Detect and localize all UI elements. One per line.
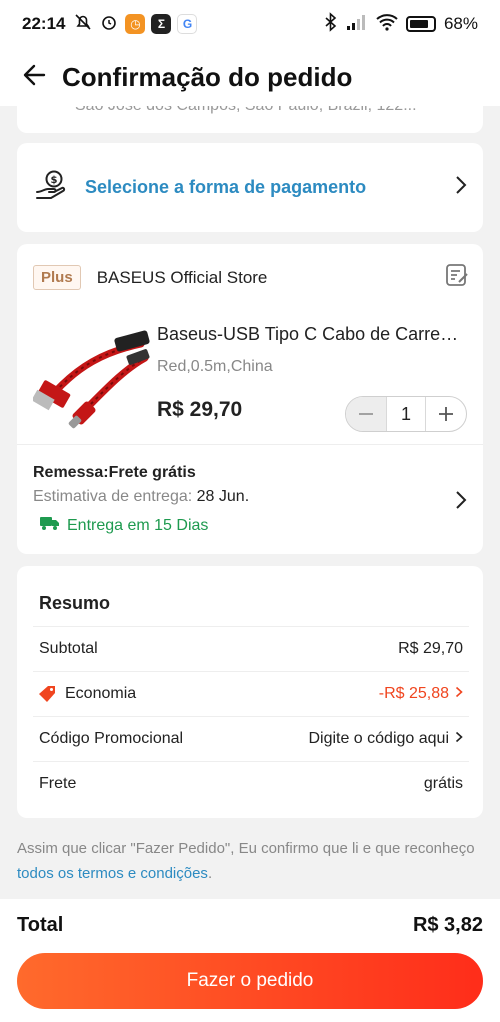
promo-placeholder[interactable]: Digite o código aqui xyxy=(308,730,449,748)
summary-card: Resumo Subtotal R$ 29,70 Economia -R$ 25… xyxy=(17,566,483,818)
back-arrow-icon[interactable] xyxy=(22,62,48,93)
total-value: R$ 3,82 xyxy=(412,914,483,936)
notification-icons: ◷ Σ G xyxy=(73,12,198,37)
battery-icon xyxy=(405,16,436,32)
battery-percent: 68% xyxy=(443,14,478,33)
quantity-value[interactable]: 1 xyxy=(386,397,426,431)
plus-badge: Plus xyxy=(33,265,81,290)
savings-value: -R$ 25,88 xyxy=(378,685,449,702)
place-order-button[interactable]: Fazer o pedido xyxy=(17,953,483,1009)
product-variant: Red,0.5m,China xyxy=(157,358,273,375)
shipping-fee-row: Frete grátis xyxy=(33,761,469,806)
svg-text:$: $ xyxy=(51,175,58,186)
subtotal-value: R$ 29,70 xyxy=(398,640,463,657)
bluetooth-icon xyxy=(324,11,338,37)
product-title[interactable]: Baseus-USB Tipo C Cabo de Carregamento xyxy=(157,324,467,345)
fast-delivery-text: Entrega em 15 Dias xyxy=(67,516,209,534)
product-price: R$ 29,70 xyxy=(157,398,243,421)
page-title: Confirmação do pedido xyxy=(62,61,353,92)
shipping-fee-label: Frete xyxy=(39,775,77,792)
sigma-app-icon: Σ xyxy=(151,14,172,34)
delivery-estimate-label: Estimativa de entrega: xyxy=(33,488,193,505)
increase-quantity-button[interactable] xyxy=(426,397,466,431)
summary-title: Resumo xyxy=(39,593,111,613)
payment-label: Selecione a forma de pagamento xyxy=(85,177,367,197)
subtotal-row: Subtotal R$ 29,70 xyxy=(33,626,469,671)
google-icon: G xyxy=(177,14,198,34)
alarm-icon xyxy=(99,12,119,37)
product-image[interactable] xyxy=(31,322,159,432)
shipping-title: Remessa:Frete grátis xyxy=(33,464,196,481)
quantity-stepper: 1 xyxy=(345,396,467,432)
total-label: Total xyxy=(17,914,64,936)
signal-icon xyxy=(346,13,368,36)
page-header: Confirmação do pedido xyxy=(0,48,500,106)
savings-label: Economia xyxy=(65,685,137,702)
store-name[interactable]: BASEUS Official Store xyxy=(97,268,268,288)
divider xyxy=(17,444,483,445)
shipping-chevron-icon[interactable] xyxy=(455,490,467,515)
address-card[interactable]: São José dos Campos, São Paulo, Brazil, … xyxy=(17,106,483,133)
chevron-right-icon xyxy=(455,730,463,748)
address-text: São José dos Campos, São Paulo, Brazil, … xyxy=(75,106,417,115)
promo-code-row[interactable]: Código Promocional Digite o código aqui xyxy=(33,716,469,761)
price-tag-icon xyxy=(39,685,57,703)
terms-body: Assim que clicar "Fazer Pedido", Eu conf… xyxy=(17,840,475,857)
terms-text: Assim que clicar "Fazer Pedido", Eu conf… xyxy=(17,836,483,886)
chevron-right-icon xyxy=(455,685,463,703)
edit-note-icon[interactable] xyxy=(445,263,469,292)
wifi-icon xyxy=(376,13,398,36)
delivery-estimate: Estimativa de entrega: 28 Jun. xyxy=(33,488,249,506)
terms-link[interactable]: todos os termos e condições xyxy=(17,865,208,882)
checkout-bar: Total R$ 3,82 Fazer o pedido xyxy=(0,899,500,1022)
shipping-fee-value: grátis xyxy=(423,775,463,792)
timer-app-icon: ◷ xyxy=(125,14,146,34)
truck-icon xyxy=(39,515,61,536)
clock: 22:14 xyxy=(22,14,66,33)
status-bar: 22:14 ◷ Σ G 68% xyxy=(0,0,500,48)
store-card: Plus BASEUS Official Store Baseus-USB Ti… xyxy=(17,244,483,554)
terms-end: . xyxy=(207,865,213,882)
chevron-right-icon xyxy=(455,175,467,200)
fast-delivery-tag: Entrega em 15 Dias xyxy=(39,515,208,536)
hand-coin-icon: $ xyxy=(35,168,69,207)
delivery-estimate-date: 28 Jun. xyxy=(196,488,250,505)
decrease-quantity-button[interactable] xyxy=(346,397,386,431)
savings-row[interactable]: Economia -R$ 25,88 xyxy=(33,671,469,716)
muted-notification-icon xyxy=(73,12,93,37)
payment-method-row[interactable]: $ Selecione a forma de pagamento xyxy=(17,143,483,232)
promo-label: Código Promocional xyxy=(39,730,184,747)
subtotal-label: Subtotal xyxy=(39,640,98,657)
